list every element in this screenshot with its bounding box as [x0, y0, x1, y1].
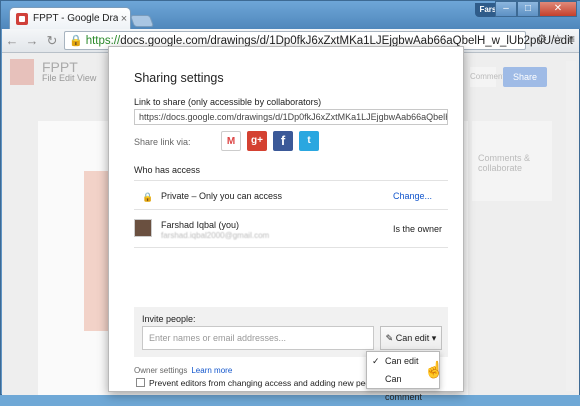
access-level-text: Private – Only you can access	[161, 191, 283, 201]
invite-label: Invite people:	[142, 314, 196, 324]
share-via-label: Share link via:	[134, 137, 191, 147]
google-plus-icon[interactable]: g+	[247, 131, 267, 151]
drawings-favicon-icon	[16, 12, 28, 25]
private-lock-icon: 🔒	[142, 192, 154, 202]
secure-lock-icon: 🔒	[69, 35, 83, 47]
dialog-title: Sharing settings	[134, 71, 224, 85]
url-host: docs.google.com	[120, 34, 208, 47]
who-has-access-heading: Who has access	[134, 165, 201, 175]
tab-close-icon[interactable]: ×	[118, 13, 130, 25]
app-menu-bar[interactable]: File Edit View	[42, 73, 96, 83]
hand-cursor-icon: ☝	[424, 362, 444, 379]
browser-tab[interactable]: FPPT - Google Drawings ×	[9, 7, 131, 29]
invite-section: Invite people: Enter names or email addr…	[134, 307, 448, 357]
sharing-settings-dialog: Sharing settings Link to share (only acc…	[108, 46, 464, 392]
extension-icon[interactable]: ⚙	[536, 32, 547, 46]
prevent-editors-label: Prevent editors from changing access and…	[149, 378, 382, 388]
user-email: farshad.iqbal2000@gmail.com	[161, 231, 270, 240]
checkmark-icon: ✓	[372, 356, 380, 366]
facebook-icon[interactable]: f	[273, 131, 293, 151]
gmail-icon[interactable]: M	[221, 131, 241, 151]
comments-panel: Comments & collaborate	[472, 121, 552, 201]
minimize-button[interactable]: –	[495, 1, 517, 17]
back-arrow-icon[interactable]: ←	[2, 33, 22, 48]
canvas-shape[interactable]	[84, 171, 110, 331]
drawings-logo-icon[interactable]	[10, 59, 34, 85]
toolbar-icons: ⚙ ☆ ≡	[536, 32, 575, 46]
url-scheme: https://	[85, 34, 121, 47]
bookmark-star-icon[interactable]: ☆	[552, 32, 563, 46]
new-tab-button[interactable]	[129, 15, 155, 27]
pencil-icon: ✎	[385, 333, 394, 343]
forward-arrow-icon[interactable]: →	[22, 33, 42, 48]
browser-window: FPPT - Google Drawings × Farshad – □ ✕ ←…	[0, 0, 580, 402]
owner-settings: Owner settings Learn more	[134, 366, 232, 375]
menu-icon[interactable]: ≡	[568, 32, 575, 46]
share-link-field[interactable]: https://docs.google.com/drawings/d/1Dp0f…	[134, 109, 448, 125]
change-access-link[interactable]: Change...	[393, 191, 432, 201]
reload-icon[interactable]: ↻	[42, 33, 62, 49]
chevron-down-icon: ▾	[431, 333, 437, 343]
permission-dropdown-button[interactable]: ✎ Can edit ▾	[380, 326, 442, 350]
permission-label: Can edit	[395, 333, 430, 343]
prevent-editors-checkbox[interactable]	[136, 378, 145, 387]
avatar	[134, 219, 152, 237]
divider	[134, 247, 448, 248]
title-bar: FPPT - Google Drawings × Farshad – □ ✕	[1, 1, 580, 29]
menu-item-label: Can comment	[385, 374, 423, 402]
menu-item-label: Can edit	[385, 356, 419, 366]
owner-role: Is the owner	[393, 224, 443, 234]
invite-input[interactable]: Enter names or email addresses...	[142, 326, 374, 350]
window-controls: – □ ✕	[495, 1, 577, 17]
learn-more-link[interactable]: Learn more	[191, 366, 232, 375]
url-path: /drawings/d/1Dp0fkJ6xZxtMKa1LJEjgbwAab66…	[207, 34, 573, 47]
owner-settings-label: Owner settings	[134, 366, 188, 375]
twitter-icon[interactable]: t	[299, 131, 319, 151]
divider	[134, 180, 448, 181]
comments-panel-text: Comments & collaborate	[478, 153, 531, 173]
page-scrollbar[interactable]	[566, 61, 576, 391]
tab-title: FPPT - Google Drawings	[33, 13, 118, 24]
close-window-button[interactable]: ✕	[539, 1, 577, 17]
user-name: Farshad Iqbal (you)	[161, 220, 240, 230]
divider	[134, 209, 448, 210]
maximize-button[interactable]: □	[517, 1, 539, 17]
comments-button[interactable]: Comments	[470, 67, 509, 87]
share-button[interactable]: Share	[503, 67, 547, 87]
link-to-share-label: Link to share (only accessible by collab…	[134, 97, 322, 107]
